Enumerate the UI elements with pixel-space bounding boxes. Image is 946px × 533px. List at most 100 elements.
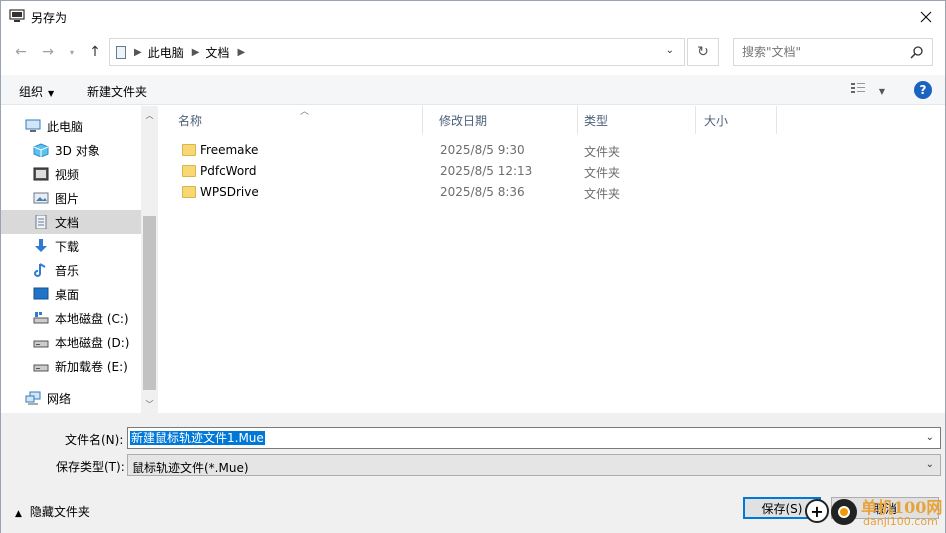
organize-button[interactable]: 组织 ▼ [19, 83, 54, 100]
table-row[interactable]: Freemake 2025/8/5 9:30 文件夹 [160, 140, 780, 161]
nav-item-label: 视频 [55, 167, 80, 182]
table-row[interactable]: WPSDrive 2025/8/5 8:36 文件夹 [160, 182, 780, 203]
folder-icon [182, 144, 196, 156]
file-name: WPSDrive [200, 185, 259, 199]
computer-icon [25, 119, 41, 132]
close-icon [920, 11, 932, 23]
refresh-button[interactable]: ↻ [687, 38, 719, 66]
drive-icon [33, 364, 49, 372]
nav-item-label: 本地磁盘 (C:) [55, 311, 129, 326]
chevron-right-icon[interactable]: ▶ [237, 47, 245, 58]
chevron-down-icon[interactable]: ⌄ [926, 432, 934, 443]
documents-icon [116, 45, 126, 59]
navigation-scrollbar[interactable]: ︿ ﹀ [141, 106, 158, 413]
column-header-name[interactable]: ︿ 名称 [160, 106, 423, 134]
nav-item-documents[interactable]: 文档 [1, 210, 141, 234]
nav-item-desktop[interactable]: 桌面 [1, 282, 141, 306]
site-watermark: + 单机100网 danji100.com [801, 493, 946, 533]
view-options-button[interactable]: ▼ [851, 82, 885, 97]
app-icon [9, 9, 25, 22]
chevron-up-icon: ▲ [15, 509, 22, 519]
desktop-icon [33, 287, 49, 300]
view-list-icon [851, 83, 865, 93]
back-button[interactable]: ← [10, 41, 32, 63]
nav-item-this-pc[interactable]: 此电脑 [1, 114, 141, 138]
chevron-right-icon[interactable]: ▶ [134, 47, 142, 58]
scroll-up-icon[interactable]: ︿ [141, 108, 158, 122]
chevron-down-icon: ▾ [69, 47, 74, 57]
search-input[interactable] [742, 45, 902, 59]
filename-label: 文件名(N): [65, 433, 124, 447]
search-icon[interactable] [910, 45, 924, 59]
column-modified-label: 修改日期 [439, 113, 488, 128]
chevron-down-icon: ▼ [878, 87, 885, 96]
table-row[interactable]: PdfcWord 2025/8/5 12:13 文件夹 [160, 161, 780, 182]
close-button[interactable] [911, 5, 941, 29]
filename-value[interactable]: 新建鼠标轨迹文件1.Mue [130, 431, 265, 445]
breadcrumb-this-pc[interactable]: 此电脑 [148, 44, 184, 61]
column-type-label: 类型 [584, 113, 609, 128]
nav-item-videos[interactable]: 视频 [1, 162, 141, 186]
nav-item-drive-d[interactable]: 本地磁盘 (D:) [1, 330, 141, 354]
up-arrow-icon: ↑ [89, 44, 101, 60]
column-header-modified[interactable]: 修改日期 [423, 106, 578, 134]
navigation-pane: 此电脑 3D 对象 视频 图片 文档 下载 音乐 桌面 本地磁盘 (C:) 本地… [1, 106, 159, 413]
nav-item-downloads[interactable]: 下载 [1, 234, 141, 258]
drive-icon [33, 340, 49, 348]
file-type: 文件夹 [584, 166, 621, 180]
video-icon [33, 167, 49, 181]
column-size-label: 大小 [704, 113, 729, 128]
chevron-down-icon[interactable]: ⌄ [926, 459, 934, 470]
column-header-type[interactable]: 类型 [578, 106, 696, 134]
command-bar: 组织 ▼ 新建文件夹 ▼ ? [1, 75, 945, 105]
address-bar[interactable]: ▶ 此电脑 ▶ 文档 ▶ ⌄ [109, 38, 685, 66]
file-type: 文件夹 [584, 145, 621, 159]
forward-button[interactable]: → [37, 41, 59, 63]
hide-folders-toggle[interactable]: ▲ 隐藏文件夹 [15, 503, 90, 520]
help-icon[interactable]: ? [914, 81, 932, 99]
documents-icon [35, 215, 47, 229]
recent-locations-button[interactable]: ▾ [61, 41, 83, 63]
search-box[interactable] [733, 38, 933, 66]
scroll-down-icon[interactable]: ﹀ [141, 397, 158, 411]
network-icon [25, 391, 41, 405]
nav-item-label: 图片 [55, 191, 80, 206]
pictures-icon [33, 192, 49, 204]
new-folder-button[interactable]: 新建文件夹 [87, 83, 147, 100]
breadcrumb-documents[interactable]: 文档 [205, 44, 229, 61]
nav-item-label: 此电脑 [47, 119, 84, 134]
watermark-logo [831, 499, 857, 525]
nav-item-label: 文档 [55, 215, 80, 230]
column-header-size[interactable]: 大小 [696, 106, 777, 134]
nav-item-pictures[interactable]: 图片 [1, 186, 141, 210]
nav-item-drive-c[interactable]: 本地磁盘 (C:) [1, 306, 141, 330]
forward-arrow-icon: → [42, 44, 54, 60]
nav-item-label: 桌面 [55, 287, 80, 302]
folder-icon [182, 186, 196, 198]
nav-item-music[interactable]: 音乐 [1, 258, 141, 282]
back-arrow-icon: ← [15, 44, 27, 60]
save-as-dialog: 另存为 ← → ▾ ↑ ▶ 此电脑 ▶ 文档 ▶ ⌄ ↻ 组织 ▼ 新建文件夹 [0, 0, 946, 533]
scrollbar-thumb[interactable] [143, 216, 156, 390]
file-list: ︿ 名称 修改日期 类型 大小 Freemake 2025/8/5 9:30 文… [160, 106, 945, 413]
refresh-icon: ↻ [697, 44, 709, 60]
column-name-label: 名称 [178, 113, 203, 128]
window-title: 另存为 [31, 11, 68, 25]
filetype-label: 保存类型(T): [56, 460, 125, 474]
title-bar: 另存为 [1, 1, 945, 32]
chevron-down-icon: ▼ [48, 89, 55, 98]
file-modified: 2025/8/5 12:13 [440, 164, 533, 178]
address-dropdown-icon[interactable]: ⌄ [666, 45, 674, 56]
chevron-right-icon[interactable]: ▶ [192, 47, 200, 58]
nav-item-network[interactable]: 网络 [1, 386, 141, 410]
watermark-url: danji100.com [863, 515, 938, 528]
download-icon [35, 239, 47, 252]
nav-item-drive-e[interactable]: 新加载卷 (E:) [1, 354, 141, 378]
up-button[interactable]: ↑ [84, 41, 106, 63]
filetype-select[interactable]: 鼠标轨迹文件(*.Mue) ⌄ [127, 454, 941, 476]
nav-item-3d-objects[interactable]: 3D 对象 [1, 138, 141, 162]
file-name: PdfcWord [200, 164, 257, 178]
file-type: 文件夹 [584, 187, 621, 201]
nav-item-label: 新加载卷 (E:) [55, 359, 128, 374]
filename-input[interactable]: 新建鼠标轨迹文件1.Mue ⌄ [127, 427, 941, 449]
